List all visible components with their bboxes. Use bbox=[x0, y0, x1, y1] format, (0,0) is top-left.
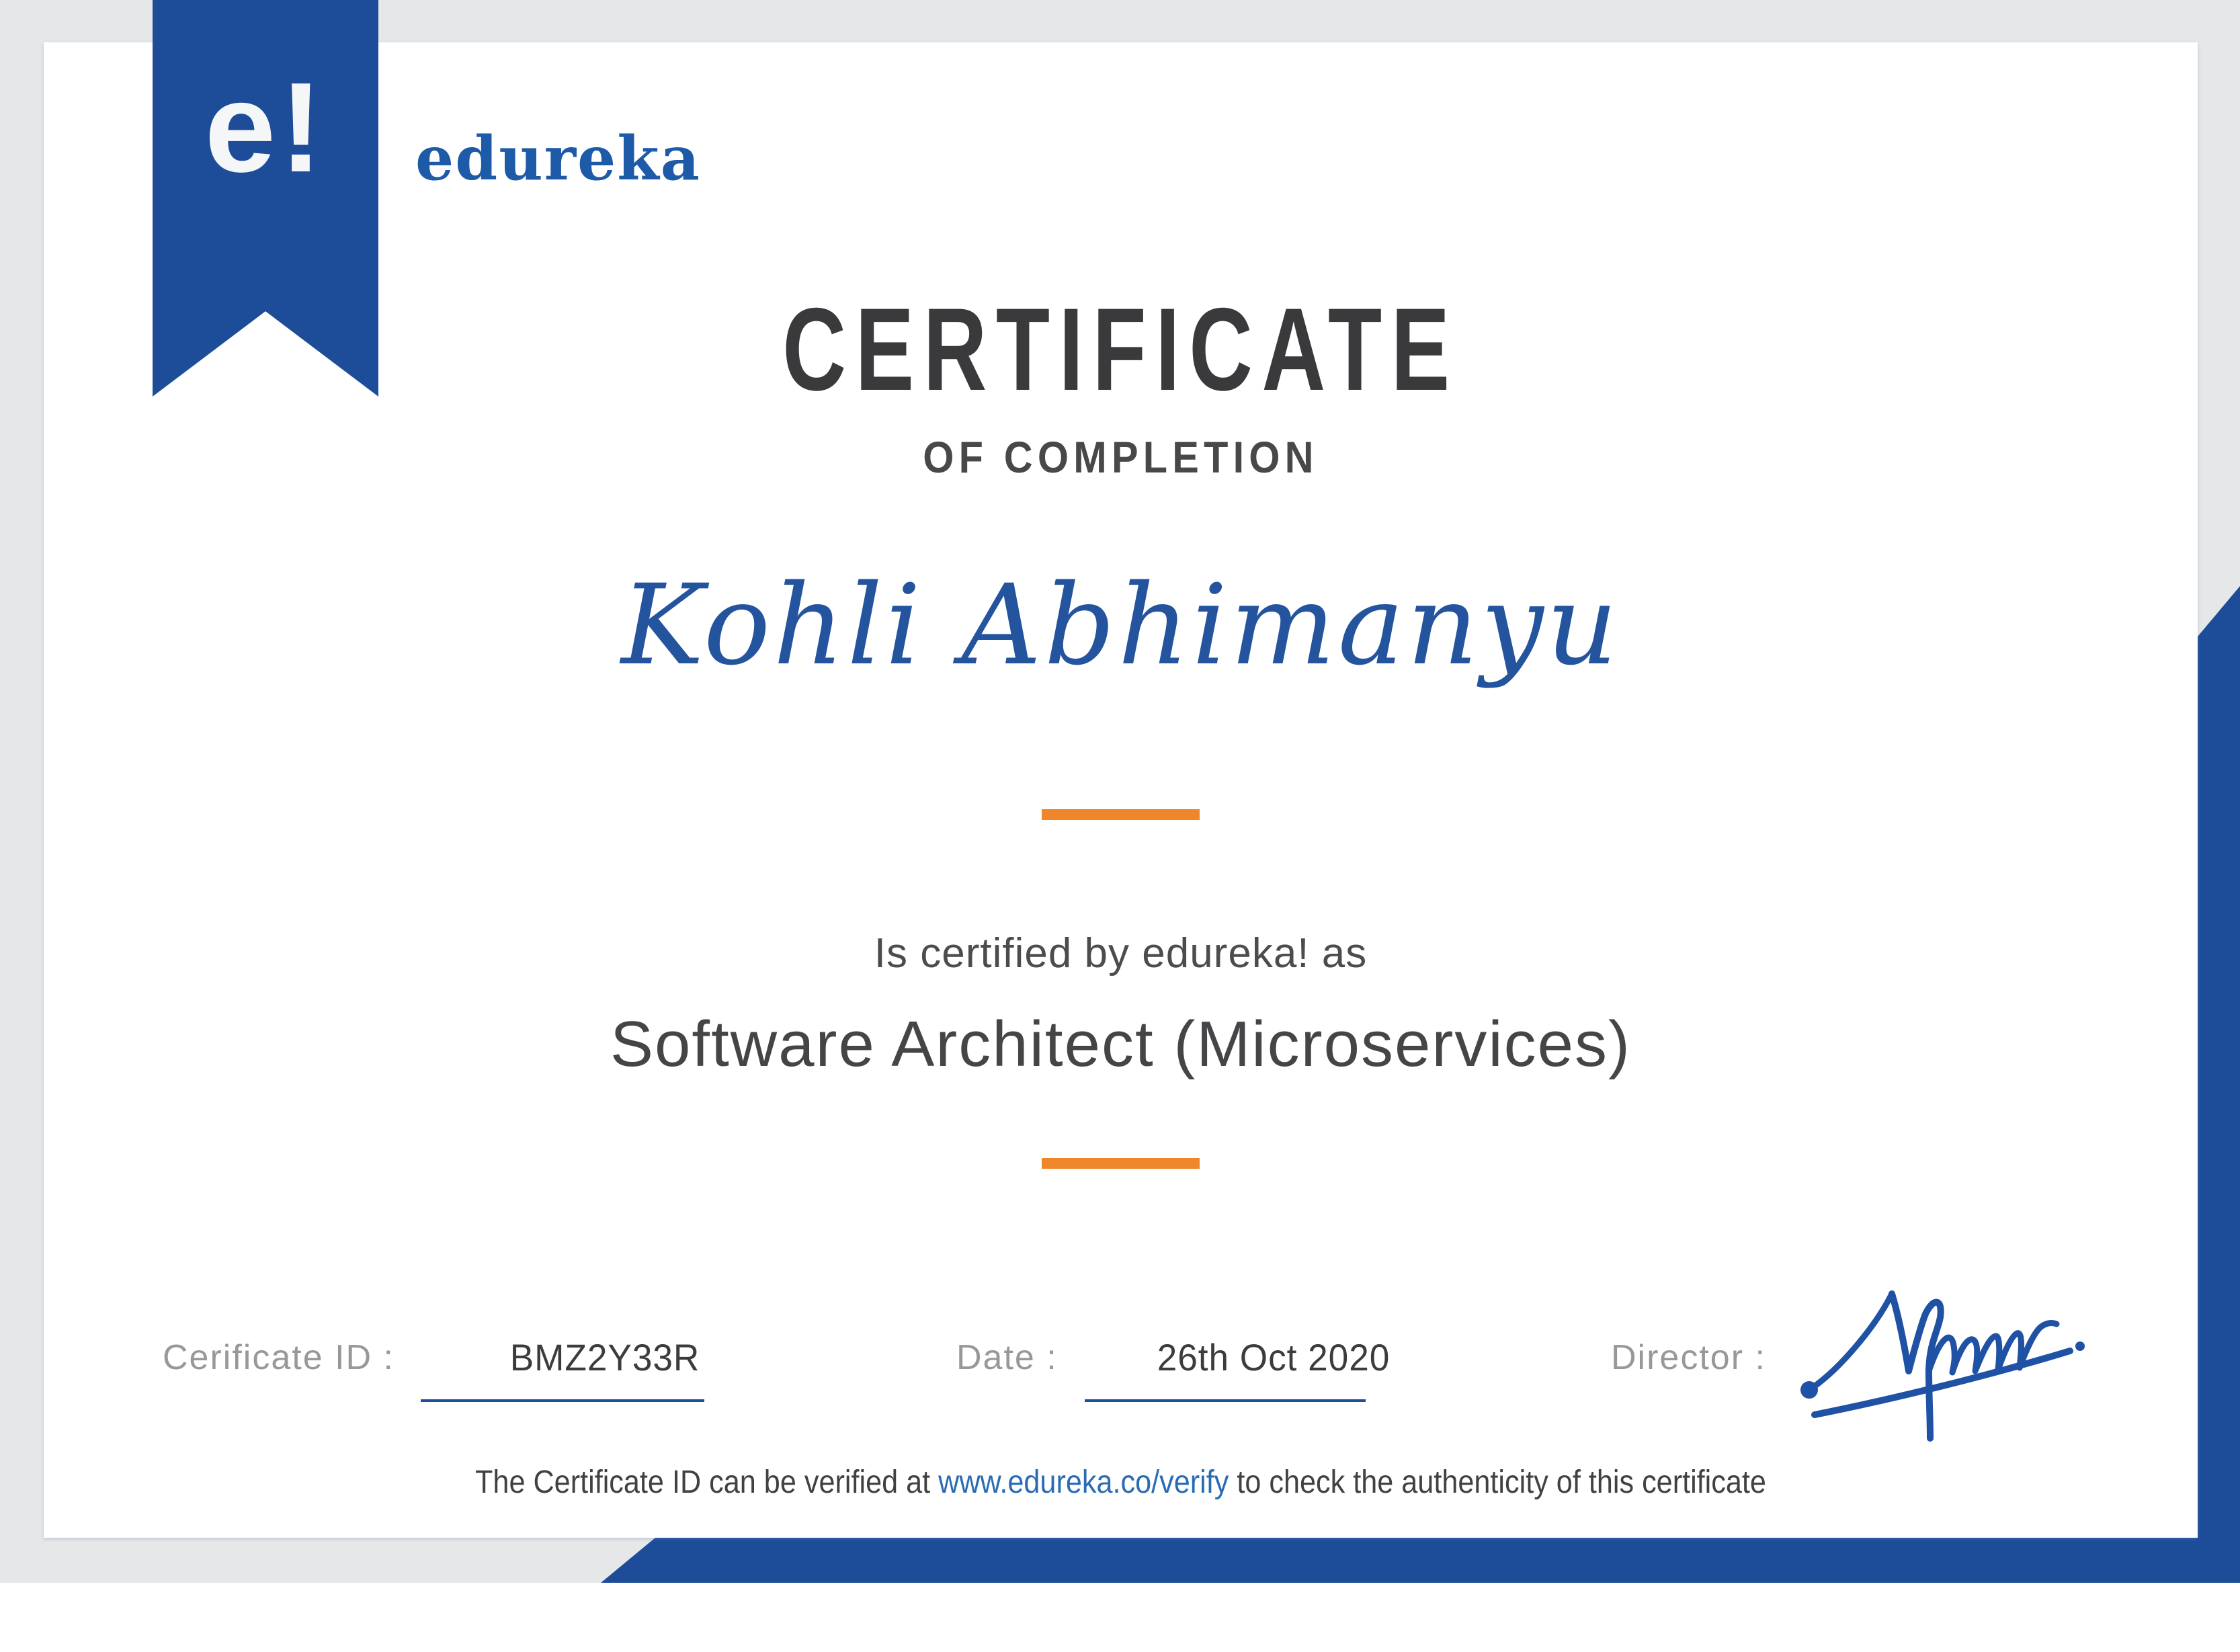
certificate-id-label: Cerificate ID : bbox=[163, 1338, 395, 1377]
director-label: Director : bbox=[1611, 1338, 1766, 1377]
certificate-subtitle: OF COMPLETION bbox=[923, 432, 1319, 482]
orange-divider-top bbox=[1041, 809, 1200, 820]
verification-suffix: to check the authenticity of this certif… bbox=[1229, 1464, 1766, 1500]
verification-link[interactable]: www.edureka.co/verify bbox=[938, 1464, 1229, 1500]
edureka-wordmark: edureka bbox=[415, 123, 701, 194]
certificate-id-value: BMZ2Y33R bbox=[509, 1336, 700, 1378]
verification-line: The Certificate ID can be verified at ww… bbox=[151, 1463, 2090, 1502]
certificate-id-underline bbox=[421, 1399, 704, 1402]
verification-prefix: The Certificate ID can be verified at bbox=[475, 1464, 939, 1500]
date-underline bbox=[1085, 1399, 1366, 1402]
certified-by-line: Is certified by edureka! as bbox=[874, 930, 1368, 977]
certificate-title: CERTIFICATE bbox=[782, 284, 1459, 415]
recipient-name: Kohli Abhimanyu bbox=[621, 561, 1620, 690]
course-title: Software Architect (Microservices) bbox=[610, 1008, 1631, 1080]
date-label: Date : bbox=[956, 1338, 1058, 1377]
certificate-page: edureka CERTIFICATE OF COMPLETION Kohli … bbox=[0, 0, 2240, 1652]
edureka-logo-icon: e! bbox=[204, 56, 327, 199]
orange-divider-bottom bbox=[1041, 1158, 1200, 1169]
director-signature-icon bbox=[1800, 1290, 2085, 1442]
date-value: 26th Oct 2020 bbox=[1157, 1336, 1391, 1378]
